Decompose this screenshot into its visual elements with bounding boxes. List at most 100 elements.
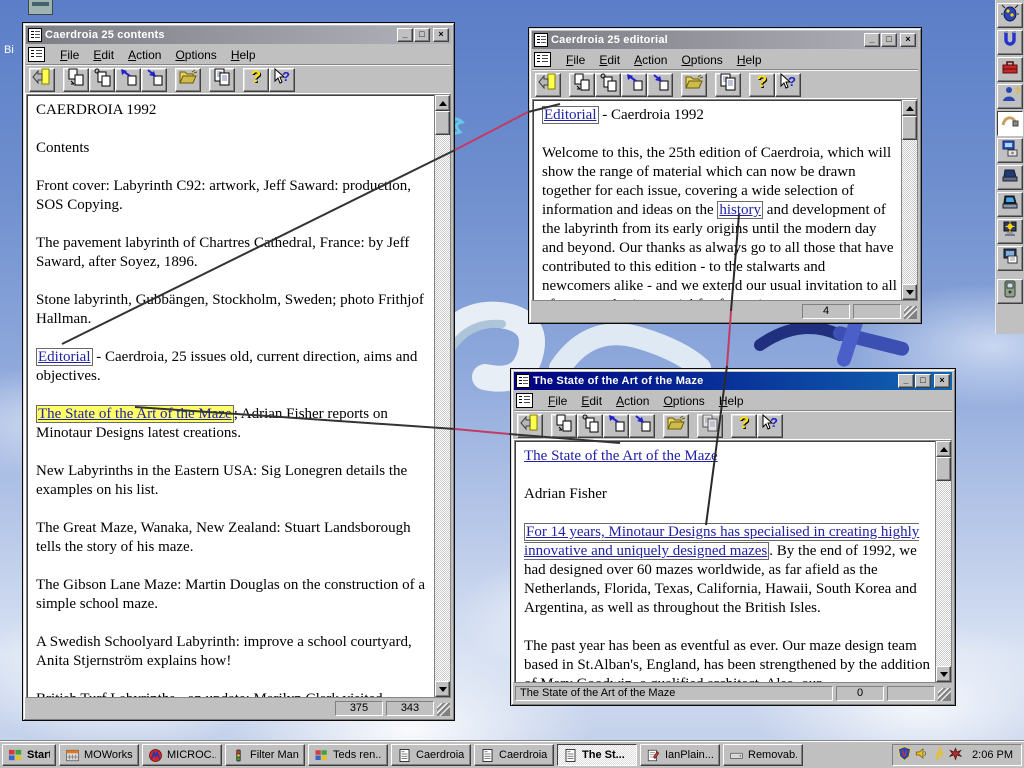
exit-button[interactable]	[517, 413, 543, 438]
resize-grip[interactable]	[437, 703, 450, 716]
taskbar-task-microc-[interactable]: MICROC...	[142, 744, 222, 766]
copy-button[interactable]	[715, 72, 741, 97]
hypertext-link[interactable]: history	[717, 201, 764, 219]
vertical-scrollbar[interactable]	[901, 100, 917, 300]
paste-doc-button[interactable]	[577, 413, 603, 438]
minimize-button[interactable]: _	[397, 28, 413, 42]
menu-item-options[interactable]: Options	[656, 392, 711, 410]
help-button[interactable]: ??	[243, 67, 269, 92]
scroll-down-button[interactable]	[902, 284, 917, 300]
document-menu-icon[interactable]	[28, 47, 45, 62]
link-out-button[interactable]	[621, 72, 647, 97]
cable-tool-button[interactable]	[997, 111, 1023, 136]
copy-button[interactable]	[209, 67, 235, 92]
document-menu-icon[interactable]	[516, 393, 533, 408]
hypertext-link[interactable]: Editorial	[542, 106, 599, 124]
antivirus-shield-icon[interactable]: V	[897, 746, 912, 764]
menu-item-help[interactable]: Help	[730, 51, 769, 69]
close-button[interactable]: ×	[934, 374, 950, 388]
resize-grip[interactable]	[938, 688, 951, 701]
titlebar[interactable]: Caerdroia 25 editorial _ □ ×	[532, 31, 918, 49]
link-in-button[interactable]	[629, 413, 655, 438]
taskbar-task-caerdroia-[interactable]: Caerdroia...	[391, 744, 471, 766]
partially-hidden-desktop-icon[interactable]	[28, 0, 53, 15]
document-viewer-icon[interactable]	[28, 28, 42, 42]
taskbar-task-teds-ren-[interactable]: Teds ren...	[308, 744, 388, 766]
taskbar-task-ianplain-[interactable]: IanPlain....	[640, 744, 720, 766]
scroll-up-button[interactable]	[902, 100, 917, 116]
window-caerdroia-contents[interactable]: Caerdroia 25 contents _ □ × File Edit Acti…	[22, 22, 455, 721]
handheld-tool-button[interactable]	[997, 279, 1023, 304]
minimize-button[interactable]: _	[864, 33, 880, 47]
exit-button[interactable]	[29, 67, 55, 92]
menu-item-options[interactable]: Options	[168, 46, 223, 64]
menu-item-action[interactable]: Action	[609, 392, 656, 410]
duplicate-doc-button[interactable]	[63, 67, 89, 92]
pc-disk-tool-button[interactable]	[997, 138, 1023, 163]
open-folder-button[interactable]	[175, 67, 201, 92]
scroll-up-button[interactable]	[435, 95, 450, 111]
duplicate-doc-button[interactable]	[551, 413, 577, 438]
menu-item-edit[interactable]: Edit	[86, 46, 121, 64]
vertical-scrollbar[interactable]	[434, 95, 450, 697]
menu-item-action[interactable]: Action	[627, 51, 674, 69]
laptop-tool-button[interactable]	[997, 165, 1023, 190]
taskbar-task-caerdroia-[interactable]: Caerdroia...	[474, 744, 554, 766]
duplicate-doc-button[interactable]	[569, 72, 595, 97]
maximize-button[interactable]: □	[915, 374, 931, 388]
taskbar-task-the-st-[interactable]: The St...	[557, 744, 637, 766]
window-caerdroia-editorial[interactable]: Caerdroia 25 editorial _ □ × File Edit Act…	[528, 27, 922, 324]
document-viewer-icon[interactable]	[516, 374, 530, 388]
vertical-scrollbar[interactable]	[935, 441, 951, 682]
scroll-up-button[interactable]	[936, 441, 951, 457]
resize-grip[interactable]	[904, 306, 917, 319]
close-button[interactable]: ×	[900, 33, 916, 47]
scroll-down-button[interactable]	[435, 681, 450, 697]
link-out-button[interactable]	[603, 413, 629, 438]
hypertext-link[interactable]: Editorial	[36, 348, 93, 366]
hypertext-link[interactable]: The State of the Art of the Maze	[524, 448, 718, 464]
link-in-button[interactable]	[647, 72, 673, 97]
menu-item-help[interactable]: Help	[712, 392, 751, 410]
link-out-button[interactable]	[115, 67, 141, 92]
taskbar-task-removab-[interactable]: Removab...	[723, 744, 803, 766]
paste-doc-button[interactable]	[595, 72, 621, 97]
close-button[interactable]: ×	[433, 28, 449, 42]
menu-item-help[interactable]: Help	[224, 46, 263, 64]
scrollbar-thumb[interactable]	[902, 116, 917, 140]
menu-item-file[interactable]: File	[541, 392, 574, 410]
open-folder-button[interactable]	[681, 72, 707, 97]
laptop-screen-tool-button[interactable]	[997, 192, 1023, 217]
hypertext-link[interactable]: The State of the Art of the Maze	[36, 405, 234, 423]
titlebar[interactable]: Caerdroia 25 contents _ □ ×	[26, 26, 451, 44]
start-button[interactable]: Start	[2, 744, 56, 766]
window-state-of-the-art-maze[interactable]: The State of the Art of the Maze _ □ × F…	[510, 368, 956, 706]
context-help-button[interactable]: ?	[269, 67, 295, 92]
paste-doc-button[interactable]	[89, 67, 115, 92]
virus-scan-icon[interactable]	[948, 746, 963, 764]
magnet-tool-button[interactable]	[997, 30, 1023, 55]
exit-button[interactable]	[535, 72, 561, 97]
scheduler-icon[interactable]	[931, 746, 946, 764]
scrollbar-thumb[interactable]	[435, 111, 450, 135]
menu-item-file[interactable]: File	[53, 46, 86, 64]
user-tool-button[interactable]: ?	[997, 84, 1023, 109]
open-folder-button[interactable]	[663, 413, 689, 438]
minimize-button[interactable]: _	[898, 374, 914, 388]
toolbox-tool-button[interactable]	[997, 57, 1023, 82]
titlebar[interactable]: The State of the Art of the Maze _ □ ×	[514, 372, 952, 390]
monitor-star-tool-button[interactable]	[997, 219, 1023, 244]
taskbar-task-filter-man-[interactable]: Filter Man...	[225, 744, 305, 766]
context-help-button[interactable]: ?	[757, 413, 783, 438]
maximize-button[interactable]: □	[414, 28, 430, 42]
help-button[interactable]: ??	[749, 72, 775, 97]
scroll-down-button[interactable]	[936, 666, 951, 682]
taskbar-task-moworks[interactable]: MOWorks	[59, 744, 139, 766]
menu-item-edit[interactable]: Edit	[592, 51, 627, 69]
help-button[interactable]: ??	[731, 413, 757, 438]
menu-item-options[interactable]: Options	[674, 51, 729, 69]
copy-button[interactable]	[697, 413, 723, 438]
menu-item-file[interactable]: File	[559, 51, 592, 69]
maximize-button[interactable]: □	[881, 33, 897, 47]
scrollbar-thumb[interactable]	[936, 457, 951, 481]
